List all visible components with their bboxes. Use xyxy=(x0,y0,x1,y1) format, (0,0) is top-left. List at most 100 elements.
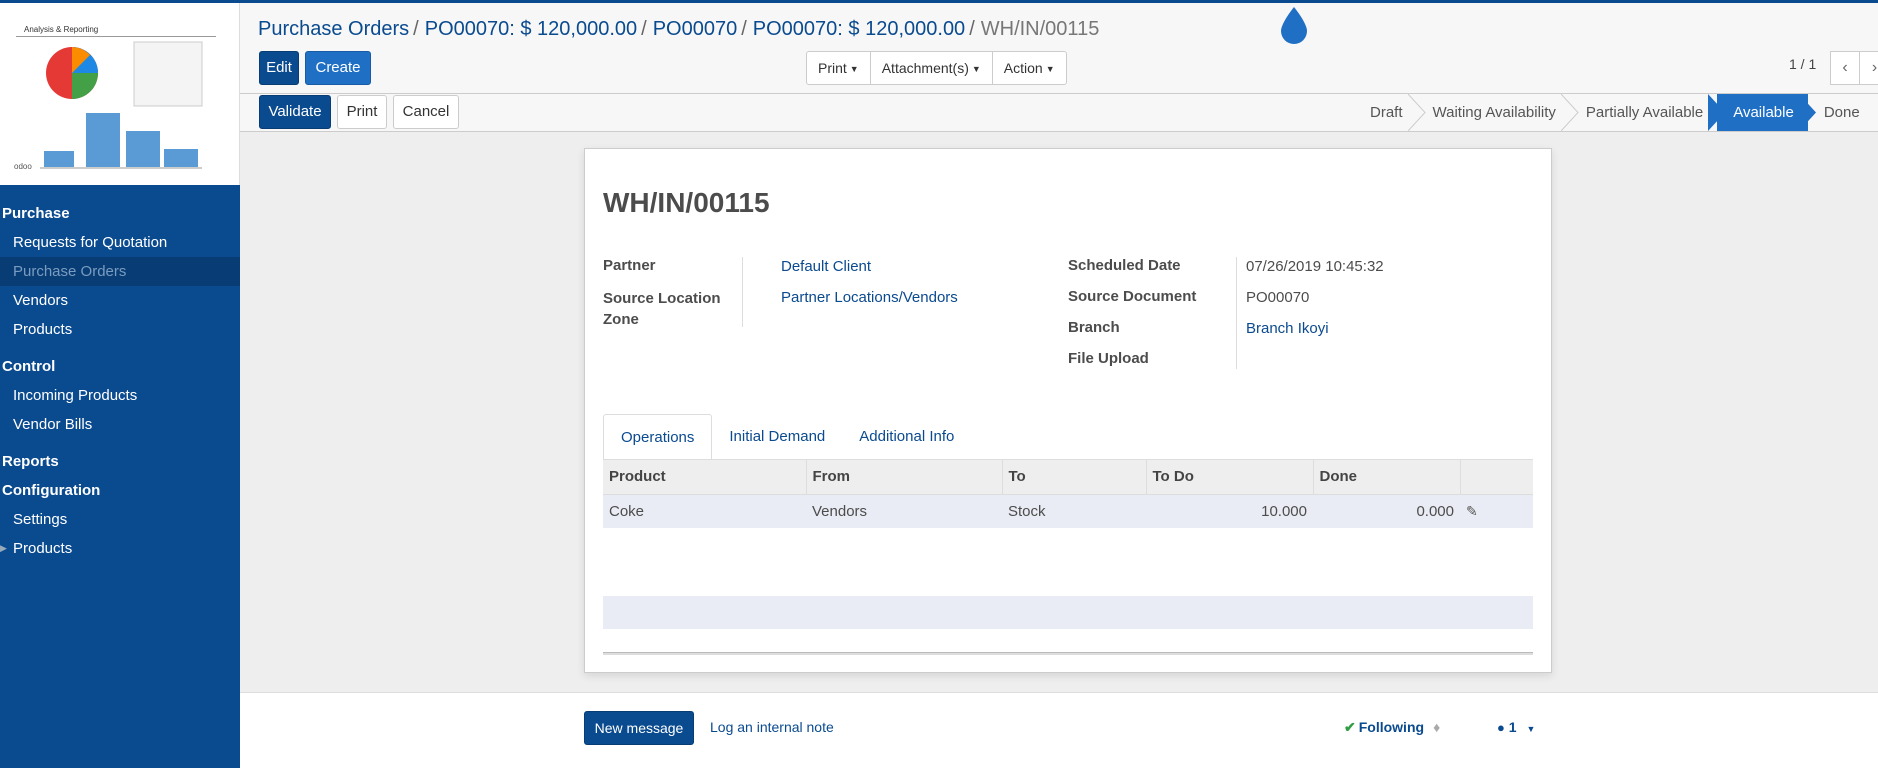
column-header-product[interactable]: Product xyxy=(603,460,807,494)
partner-value[interactable]: Default Client xyxy=(781,258,871,275)
statusbar-row: Validate Print Cancel Draft Waiting Avai… xyxy=(240,94,1878,132)
tab-initial-demand[interactable]: Initial Demand xyxy=(712,414,842,460)
stage-partially-available[interactable]: Partially Available xyxy=(1570,94,1726,131)
loading-drop-icon xyxy=(1281,7,1307,44)
menu-section-purchase: Purchase xyxy=(2,205,70,222)
menu-item-vendors[interactable]: Vendors xyxy=(0,286,240,315)
tab-operations[interactable]: Operations xyxy=(603,414,713,460)
action-dropdown[interactable]: Action ▼ xyxy=(993,52,1066,84)
followers-button[interactable]: ● 1 ▼ xyxy=(1497,719,1535,735)
source-location-label: Source Location Zone xyxy=(603,290,721,328)
user-icon: ● xyxy=(1497,720,1505,735)
menu-item-vendor-bills[interactable]: Vendor Bills xyxy=(0,410,240,439)
menu-item-purchase-orders[interactable]: Purchase Orders xyxy=(0,257,240,286)
cell-to: Stock xyxy=(1002,493,1146,528)
form-sheet: WH/IN/00115 Partner Source Location Zone… xyxy=(584,148,1552,675)
menu-section-control: Control xyxy=(2,358,56,375)
breadcrumb-item-2[interactable]: PO00070: $ 120,000.00 xyxy=(425,18,637,40)
stage-separator xyxy=(1560,94,1579,131)
source-document-value: PO00070 xyxy=(1246,289,1310,306)
operations-table: Product From To To Do Done Coke Vendors … xyxy=(603,460,1533,528)
scheduled-date-label: Scheduled Date xyxy=(1068,257,1181,274)
caret-down-icon: ▼ xyxy=(849,64,859,74)
source-document-label: Source Document xyxy=(1068,288,1197,305)
stage-done-label: Done xyxy=(1823,104,1860,121)
followers-count: 1 xyxy=(1508,719,1517,735)
column-header-from[interactable]: From xyxy=(806,460,1003,494)
company-logo[interactable]: Analysis & Reporting odoo xyxy=(0,3,240,185)
following-label: Following xyxy=(1358,719,1425,735)
action-dropdown-label: Action xyxy=(1003,60,1043,76)
breadcrumb-item-1[interactable]: Purchase Orders xyxy=(258,18,409,40)
partner-label: Partner xyxy=(603,257,656,274)
breadcrumb-item-3[interactable]: PO00070 xyxy=(653,18,738,40)
pager-value[interactable]: 1 / 1 xyxy=(1789,56,1816,72)
create-button[interactable]: Create xyxy=(305,51,371,85)
breadcrumb-item-4[interactable]: PO00070: $ 120,000.00 xyxy=(753,18,965,40)
attachments-dropdown-label: Attachment(s) xyxy=(881,60,969,76)
odoo-logo-text: odoo xyxy=(14,162,32,171)
print-dropdown-label: Print xyxy=(818,60,847,76)
breadcrumb-current: WH/IN/00115 xyxy=(980,18,1100,40)
cell-to-do: 10.000 xyxy=(1146,493,1313,528)
tab-additional-info[interactable]: Additional Info xyxy=(842,414,971,460)
menu-item-config-products[interactable]: ▶ Products xyxy=(0,534,240,563)
branch-value[interactable]: Branch Ikoyi xyxy=(1246,320,1329,337)
caret-down-icon: ▼ xyxy=(1045,64,1055,74)
empty-row xyxy=(603,562,1533,596)
following-button[interactable]: ✔ Following ♦ xyxy=(1344,719,1440,736)
stage-waiting-availability-label: Waiting Availability xyxy=(1432,104,1556,121)
stage-draft-label: Draft xyxy=(1370,104,1403,121)
cancel-button[interactable]: Cancel xyxy=(393,95,459,129)
caret-down-icon: ▼ xyxy=(1526,724,1536,734)
menu-item-settings[interactable]: Settings xyxy=(0,505,240,534)
menu-section-reports[interactable]: Reports xyxy=(0,447,240,476)
file-upload-label: File Upload xyxy=(1068,350,1149,367)
column-header-to-do[interactable]: To Do xyxy=(1146,460,1314,494)
pencil-icon[interactable]: ✎ xyxy=(1460,493,1533,528)
cell-done: 0.000 xyxy=(1313,493,1460,528)
print-button[interactable]: Print xyxy=(337,95,387,129)
breadcrumb: Purchase Orders / PO00070: $ 120,000.00/PO… xyxy=(258,18,1100,40)
menu-item-products[interactable]: Products xyxy=(0,315,240,344)
caret-right-icon: ▶ xyxy=(0,543,7,553)
column-header-done[interactable]: Done xyxy=(1313,460,1461,494)
stage-waiting-availability[interactable]: Waiting Availability xyxy=(1417,94,1579,131)
check-icon: ✔ xyxy=(1344,719,1356,735)
stage-done[interactable]: Done xyxy=(1808,94,1874,131)
menu-item-incoming-products[interactable]: Incoming Products xyxy=(0,381,240,410)
new-message-button[interactable]: New message xyxy=(584,711,694,745)
stage-separator xyxy=(1798,94,1816,131)
source-location-value[interactable]: Partner Locations/Vendors xyxy=(781,289,958,306)
menu-section-configuration: Configuration xyxy=(2,482,101,499)
stage-partially-available-label: Partially Available xyxy=(1585,104,1704,121)
column-header-to[interactable]: To xyxy=(1002,460,1147,494)
log-note-link[interactable]: Log an internal note xyxy=(710,719,834,735)
status-stages: Draft Waiting Availability Partially Ava… xyxy=(1354,94,1874,131)
chatter: New message Log an internal note ✔ Follow… xyxy=(240,692,1878,768)
form-view: WH/IN/00115 Partner Source Location Zone… xyxy=(240,132,1878,692)
chevron-left-icon[interactable]: ‹ xyxy=(1830,51,1860,85)
edit-button[interactable]: Edit xyxy=(259,51,299,85)
control-panel: Purchase Orders / PO00070: $ 120,000.00/PO… xyxy=(240,3,1878,94)
table-row[interactable]: Coke Vendors Stock 10.000 0.000 ✎ xyxy=(603,493,1533,528)
branch-label: Branch xyxy=(1068,319,1120,336)
stage-separator xyxy=(1708,94,1726,131)
stage-draft[interactable]: Draft xyxy=(1354,94,1426,131)
bell-icon[interactable]: ♦ xyxy=(1433,719,1440,735)
scheduled-date-value: 07/26/2019 10:45:32 xyxy=(1246,258,1384,275)
cell-product: Coke xyxy=(603,493,806,528)
sidebar-actions: Print ▼ Attachment(s) ▼ Action ▼ xyxy=(806,51,1067,85)
stage-separator xyxy=(1407,94,1426,131)
sidebar: Analysis & Reporting odoo Purchase Reque… xyxy=(0,3,240,768)
attachments-dropdown[interactable]: Attachment(s) ▼ xyxy=(871,52,993,84)
empty-row xyxy=(603,596,1533,629)
print-dropdown[interactable]: Print ▼ xyxy=(807,52,871,84)
validate-button[interactable]: Validate xyxy=(259,95,331,129)
stage-available-label: Available xyxy=(1733,104,1794,121)
caret-down-icon: ▼ xyxy=(971,64,981,74)
logo-chart-image xyxy=(40,41,203,169)
chevron-right-icon[interactable]: › xyxy=(1859,51,1878,85)
stage-available[interactable]: Available xyxy=(1717,94,1816,131)
menu-item-requests-for-quotation[interactable]: Requests for Quotation xyxy=(0,228,240,257)
